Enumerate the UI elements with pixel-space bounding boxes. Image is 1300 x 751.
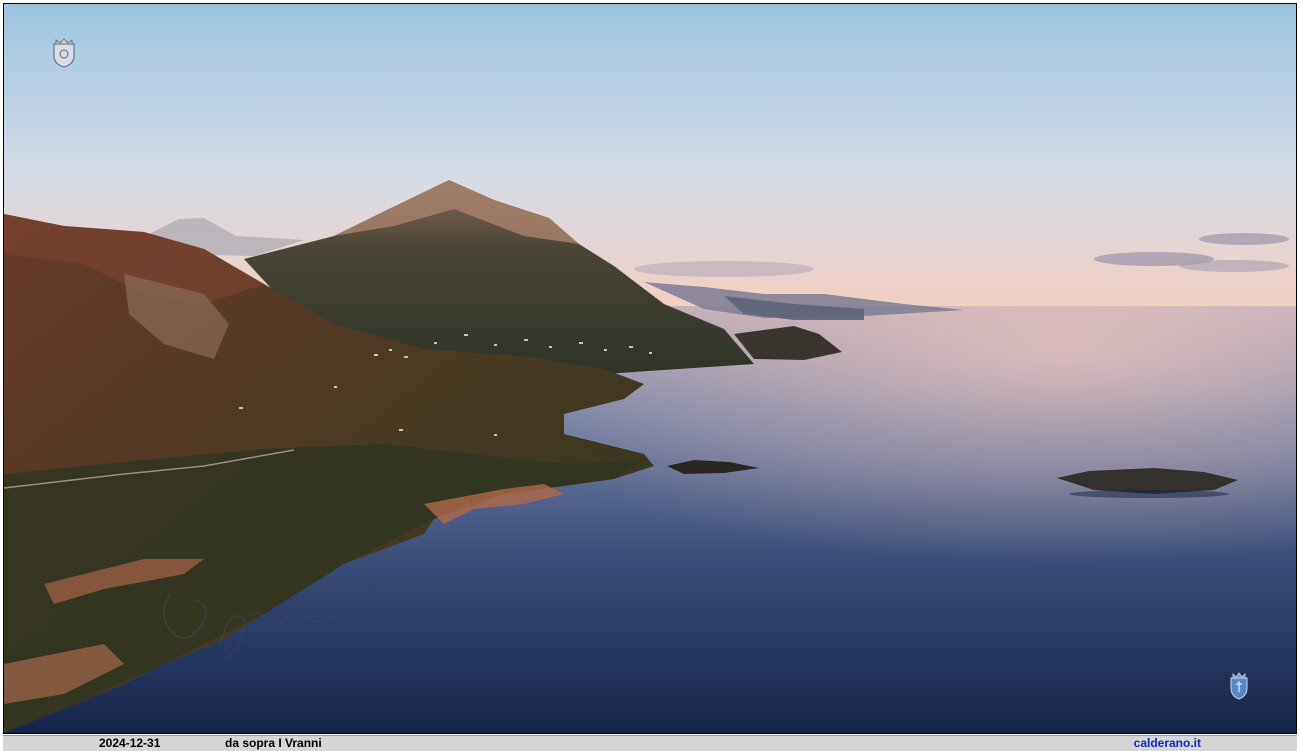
site-link[interactable]: calderano.it	[1134, 736, 1201, 751]
coat-of-arms-icon	[53, 38, 75, 68]
image-frame: 2024-12-31 da sopra I Vranni calderano.i…	[0, 0, 1300, 751]
signature-watermark	[162, 590, 371, 658]
photo-date: 2024-12-31	[99, 736, 161, 750]
caption-bar: 2024-12-31 da sopra I Vranni calderano.i…	[3, 735, 1297, 751]
coat-of-arms-icon	[1230, 672, 1248, 700]
photo-title: da sopra I Vranni	[225, 736, 322, 750]
